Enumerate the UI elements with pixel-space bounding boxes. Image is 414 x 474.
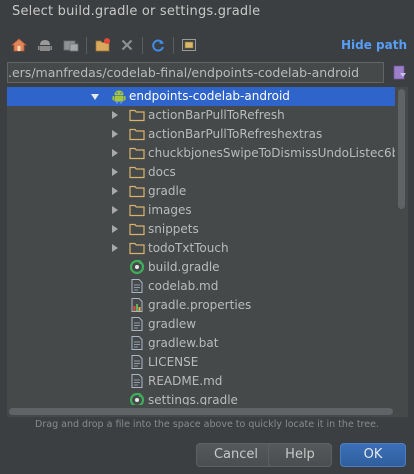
tree-item-label: gradlew.bat	[148, 336, 219, 350]
tree-row[interactable]: settings.gradle	[7, 391, 395, 405]
file-icon	[129, 354, 145, 370]
folder-icon	[129, 126, 145, 142]
dialog-title: Select build.gradle or settings.gradle	[12, 4, 261, 19]
folder-icon	[129, 164, 145, 180]
properties-file-icon	[129, 297, 145, 313]
tree-item-label: codelab.md	[148, 279, 219, 293]
delete-icon[interactable]	[118, 36, 136, 54]
folder-icon	[129, 183, 145, 199]
file-tree[interactable]: endpoints-codelab-android actionBarPullT…	[7, 87, 408, 417]
folder-icon	[129, 145, 145, 161]
tree-item-label: build.gradle	[148, 260, 220, 274]
tree-row[interactable]: gradlew.bat	[7, 334, 395, 353]
cancel-button[interactable]: Cancel	[196, 443, 276, 467]
tree-item-label: actionBarPullToRefreshextras	[148, 127, 323, 141]
tree-item-label: docs	[148, 165, 176, 179]
new-folder-icon[interactable]	[94, 36, 112, 54]
help-button[interactable]: Help	[268, 443, 332, 467]
tree-root-label: endpoints-codelab-android	[129, 89, 290, 103]
refresh-icon[interactable]	[149, 36, 167, 54]
toolbar-separator	[86, 37, 87, 54]
file-icon	[129, 373, 145, 389]
android-module-icon[interactable]	[36, 36, 54, 54]
tree-item-label: LICENSE	[148, 355, 199, 369]
tree-row[interactable]: build.gradle	[7, 258, 395, 277]
tree-row[interactable]: images	[7, 201, 395, 220]
tree-item-label: gradlew	[148, 317, 197, 331]
tree-item-label: gradle.properties	[148, 298, 252, 312]
tree-item-label: README.md	[148, 374, 223, 388]
ok-button[interactable]: OK	[340, 443, 406, 467]
home-icon[interactable]	[10, 36, 28, 54]
path-input[interactable]: .ers/manfredas/codelab-final/endpoints-c…	[7, 62, 384, 83]
collapsed-arrow-icon[interactable]	[112, 149, 118, 157]
expanded-arrow-icon[interactable]	[91, 94, 99, 100]
tree-row[interactable]: README.md	[7, 372, 395, 391]
collapsed-arrow-icon[interactable]	[112, 187, 118, 195]
tree-row[interactable]: actionBarPullToRefresh	[7, 106, 395, 125]
tree-item-label: chuckbjonesSwipeToDismissUndoListec6b1	[148, 146, 407, 160]
show-hidden-icon[interactable]	[180, 36, 198, 54]
tree-row[interactable]: snippets	[7, 220, 395, 239]
folder-icon	[129, 221, 145, 237]
tree-row[interactable]: codelab.md	[7, 277, 395, 296]
tree-root-row[interactable]: endpoints-codelab-android	[7, 87, 395, 106]
tree-row[interactable]: LICENSE	[7, 353, 395, 372]
collapsed-arrow-icon[interactable]	[112, 130, 118, 138]
toolbar-separator	[173, 37, 174, 54]
tree-item-label: gradle	[148, 184, 187, 198]
tree-row[interactable]: gradle	[7, 182, 395, 201]
tree-item-label: images	[148, 203, 192, 217]
folder-icon	[129, 240, 145, 256]
project-folder-icon[interactable]	[62, 36, 80, 54]
tree-item-label: actionBarPullToRefresh	[148, 108, 285, 122]
tree-row[interactable]: actionBarPullToRefreshextras	[7, 125, 395, 144]
folder-icon	[129, 202, 145, 218]
tree-row[interactable]: chuckbjonesSwipeToDismissUndoListec6b1	[7, 144, 407, 163]
tree-item-label: snippets	[148, 222, 199, 236]
horizontal-scroll-thumb[interactable]	[9, 408, 393, 415]
file-icon	[129, 316, 145, 332]
gradle-file-icon	[129, 392, 145, 405]
toolbar-separator	[142, 37, 143, 54]
android-module-icon	[111, 88, 127, 104]
collapsed-arrow-icon[interactable]	[112, 206, 118, 214]
vertical-scroll-thumb[interactable]	[398, 89, 405, 209]
tree-row[interactable]: gradle.properties	[7, 296, 395, 315]
gradle-file-icon	[129, 259, 145, 275]
file-chooser-dialog: Select build.gradle or settings.gradle H…	[0, 0, 414, 474]
tree-row[interactable]: gradlew	[7, 315, 395, 334]
horizontal-scrollbar[interactable]	[7, 405, 395, 417]
collapsed-arrow-icon[interactable]	[112, 244, 118, 252]
tree-item-label: settings.gradle	[148, 393, 238, 405]
tree-row[interactable]: todoTxtTouch	[7, 239, 395, 258]
vertical-scrollbar[interactable]	[395, 87, 408, 405]
file-icon	[129, 278, 145, 294]
tree-item-label: todoTxtTouch	[148, 241, 229, 255]
collapsed-arrow-icon[interactable]	[112, 111, 118, 119]
drag-drop-hint: Drag and drop a file into the space abov…	[35, 419, 379, 430]
hide-path-link[interactable]: Hide path	[341, 38, 407, 52]
collapsed-arrow-icon[interactable]	[112, 225, 118, 233]
folder-icon	[129, 107, 145, 123]
file-icon	[129, 335, 145, 351]
path-history-icon[interactable]	[392, 64, 408, 82]
tree-row[interactable]: docs	[7, 163, 395, 182]
collapsed-arrow-icon[interactable]	[112, 168, 118, 176]
